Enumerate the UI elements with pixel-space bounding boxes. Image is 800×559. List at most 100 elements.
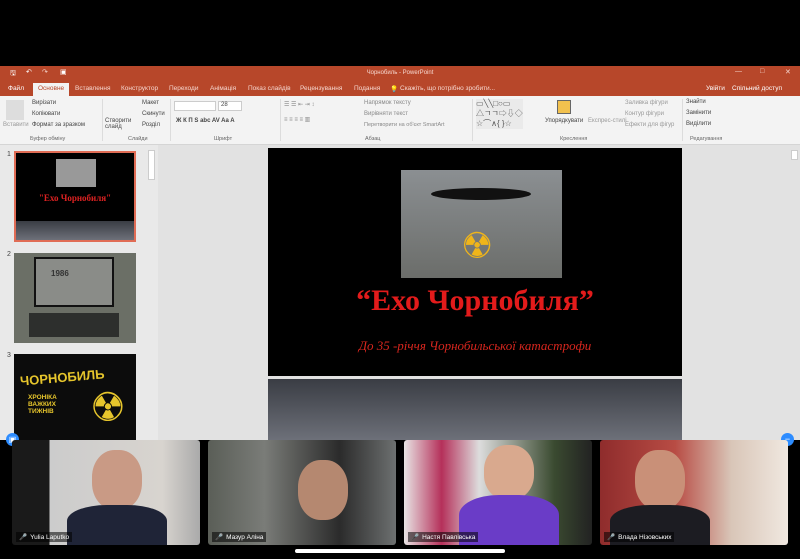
align-text-button[interactable]: Вирівняти текст bbox=[364, 111, 408, 117]
participant-face bbox=[635, 450, 685, 510]
title-bar: 🖫 ↶ ↷ ▣ Чорнобиль - PowerPoint — □ ✕ bbox=[0, 66, 800, 82]
radiation-icon: ☢ bbox=[90, 386, 126, 430]
participant-name: 🎤 Yulia Laputko bbox=[16, 532, 73, 542]
slide-title: “Ехо Чорнобиля” bbox=[356, 284, 594, 317]
paste-icon[interactable] bbox=[6, 100, 24, 120]
shapes-gallery[interactable]: ▭╲╲□○▭ △ㄱㄱ⇨⇩◇ ☆⌒∧{ }☆ bbox=[476, 99, 523, 129]
replace-button[interactable]: Замінити bbox=[686, 110, 711, 116]
raven-image bbox=[56, 159, 96, 187]
participant-body bbox=[67, 505, 167, 545]
list-buttons[interactable]: ☰ ☰ ⇤ ⇥ ↕ bbox=[284, 101, 314, 108]
slides-group-label: Слайди bbox=[128, 136, 148, 142]
participant-face bbox=[92, 450, 142, 510]
slide-number: 1 bbox=[7, 151, 11, 158]
quick-styles-button[interactable]: Експрес-стилі bbox=[588, 118, 627, 124]
divider bbox=[102, 99, 103, 141]
thumb-subtitle: ХРОНІКА ВАЖКИХ ТИЖНІВ bbox=[28, 394, 57, 415]
thumbnail-scrollbar[interactable] bbox=[148, 150, 155, 180]
layout-button[interactable]: Макет bbox=[142, 100, 159, 106]
tab-transitions[interactable]: Переходи bbox=[169, 85, 198, 92]
clipboard-group-label: Буфер обміну bbox=[30, 136, 66, 142]
tab-slideshow[interactable]: Показ слайдів bbox=[248, 85, 291, 92]
tab-view[interactable]: Подання bbox=[354, 85, 380, 92]
arrange-button[interactable]: Упорядкувати bbox=[545, 118, 583, 124]
format-painter-button[interactable]: Формат за зразком bbox=[32, 122, 85, 128]
tell-me-input[interactable]: Скажіть, що потрібно зробити... bbox=[400, 85, 495, 92]
tab-home[interactable]: Основне bbox=[33, 83, 70, 96]
font-size-select[interactable]: 28 bbox=[218, 101, 242, 111]
participant-label: Мазур Аліна bbox=[226, 534, 264, 541]
drawing-group-label: Креслення bbox=[560, 136, 588, 142]
section-button[interactable]: Розділ bbox=[142, 122, 160, 128]
radiation-sign-icon: ☢ bbox=[461, 225, 494, 266]
video-tile[interactable]: 🎤 Настя Павлівська bbox=[404, 440, 592, 545]
font-format-buttons[interactable]: Ж К П S abc AV Aa A bbox=[176, 118, 235, 124]
participant-name: 🎤 Мазур Аліна bbox=[212, 532, 267, 542]
thumb-footer bbox=[16, 221, 134, 240]
slide-thumbnail-2[interactable]: 1986 bbox=[14, 253, 136, 343]
smartart-button[interactable]: Перетворити на об'єкт SmartArt bbox=[364, 122, 445, 128]
video-tile[interactable]: 🎤 Yulia Laputko bbox=[12, 440, 200, 545]
participant-name: 🎤 Настя Павлівська bbox=[408, 532, 479, 542]
slide-thumbnail-1[interactable]: "Ехо Чорнобиля" bbox=[14, 151, 136, 242]
slide-subtitle: До 35 -річчя Чорнобильської катастрофи bbox=[358, 338, 592, 353]
home-indicator[interactable] bbox=[295, 549, 505, 553]
editing-group-label: Редагування bbox=[690, 136, 723, 142]
next-slide-preview bbox=[268, 379, 682, 440]
tab-insert[interactable]: Вставлення bbox=[75, 85, 111, 92]
paragraph-group-label: Абзац bbox=[365, 136, 381, 142]
divider bbox=[682, 99, 683, 141]
slide-thumbnail-3[interactable]: ЧОРНОБИЛЬ ХРОНІКА ВАЖКИХ ТИЖНІВ ☢ bbox=[14, 354, 136, 440]
muted-mic-icon: 🎤 bbox=[411, 534, 420, 541]
paste-button[interactable]: Вставити bbox=[3, 122, 29, 128]
new-slide-button[interactable]: Створити слайд bbox=[105, 118, 131, 130]
minimize-button[interactable]: — bbox=[735, 68, 742, 75]
slide-thumbnail-pane: 1 "Ехо Чорнобиля" 2 1986 3 ЧОРНОБИЛЬ ХРО… bbox=[0, 145, 158, 452]
participant-label: Настя Павлівська bbox=[422, 534, 476, 541]
tab-animations[interactable]: Анімація bbox=[210, 85, 236, 92]
maximize-button[interactable]: □ bbox=[760, 68, 764, 75]
video-tile[interactable]: 🎤 Мазур Аліна bbox=[208, 440, 396, 545]
raven-icon bbox=[431, 188, 531, 200]
editor-scrollbar[interactable] bbox=[791, 150, 798, 160]
ribbon-tabs: Файл Основне Вставлення Конструктор Пере… bbox=[0, 82, 800, 96]
divider bbox=[472, 99, 473, 141]
tab-file[interactable]: Файл bbox=[8, 85, 24, 92]
slide-number: 3 bbox=[7, 352, 11, 359]
font-family-select[interactable] bbox=[174, 101, 216, 111]
divider bbox=[280, 99, 281, 141]
raven-image: ☢ bbox=[401, 170, 562, 278]
window-title: Чорнобиль - PowerPoint bbox=[366, 70, 434, 76]
align-buttons[interactable]: ≡ ≡ ≡ ≡ ▥ bbox=[284, 116, 310, 123]
share-button[interactable]: Спільний доступ bbox=[732, 85, 782, 92]
participant-name: 🎤 Влада Нізовських bbox=[604, 532, 675, 542]
muted-mic-icon: 🎤 bbox=[607, 534, 616, 541]
tab-design[interactable]: Конструктор bbox=[121, 85, 158, 92]
text-direction-button[interactable]: Напрямок тексту bbox=[364, 100, 411, 106]
video-tile[interactable]: 🎤 Влада Нізовських bbox=[600, 440, 788, 545]
shape-outline-button[interactable]: Контур фігури bbox=[625, 111, 664, 117]
current-slide[interactable]: ☢ “Ехо Чорнобиля” До 35 -річчя Чорнобиль… bbox=[268, 148, 682, 376]
participant-label: Влада Нізовських bbox=[618, 534, 672, 541]
close-button[interactable]: ✕ bbox=[785, 68, 791, 76]
shape-fill-button[interactable]: Заливка фігури bbox=[625, 100, 668, 106]
muted-mic-icon: 🎤 bbox=[19, 534, 28, 541]
divider bbox=[170, 99, 171, 141]
find-button[interactable]: Знайти bbox=[686, 99, 706, 105]
muted-mic-icon: 🎤 bbox=[215, 534, 224, 541]
tab-review[interactable]: Рецензування bbox=[300, 85, 342, 92]
font-group-label: Шрифт bbox=[214, 136, 233, 142]
thumb-year: 1986 bbox=[34, 257, 114, 307]
lightbulb-icon: 💡 bbox=[390, 86, 399, 93]
participant-face bbox=[484, 445, 534, 500]
sign-in-link[interactable]: Увійти bbox=[706, 85, 725, 92]
reset-button[interactable]: Скинути bbox=[142, 111, 165, 117]
shape-effects-button[interactable]: Ефекти для фігур bbox=[625, 122, 674, 128]
thumb-text-box bbox=[29, 313, 119, 337]
select-button[interactable]: Виділити bbox=[686, 121, 711, 127]
cut-button[interactable]: Вирізати bbox=[32, 100, 56, 106]
ribbon: Вставити Вирізати Копіювати Формат за зр… bbox=[0, 96, 800, 145]
copy-button[interactable]: Копіювати bbox=[32, 111, 60, 117]
slide-number: 2 bbox=[7, 251, 11, 258]
arrange-icon bbox=[557, 100, 571, 114]
